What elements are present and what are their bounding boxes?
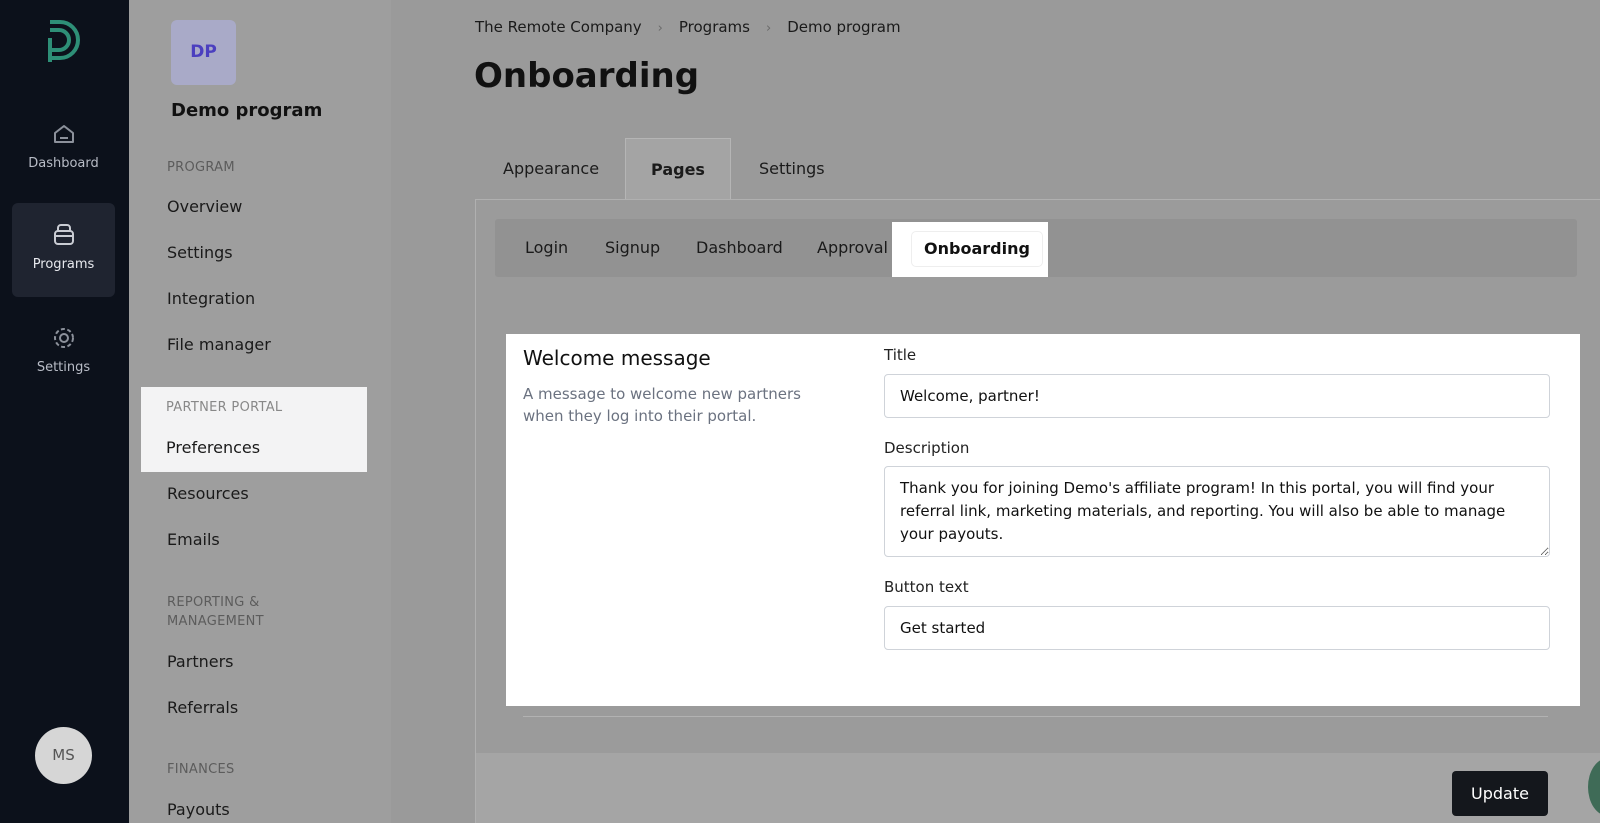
chevron-right-icon: › [657, 21, 663, 36]
sidebar-item-emails[interactable]: Emails [167, 530, 220, 549]
subtab-approval[interactable]: Approval [817, 219, 888, 277]
rail-item-programs[interactable]: Programs [12, 203, 115, 297]
rail-item-label: Dashboard [28, 156, 99, 171]
breadcrumb-item: Demo program [787, 18, 901, 36]
subtab-dashboard[interactable]: Dashboard [696, 219, 783, 277]
sidebar-item-overview[interactable]: Overview [167, 197, 242, 216]
section-heading-reporting: REPORTING & MANAGEMENT [167, 593, 264, 631]
section-heading-partner-portal: PARTNER PORTAL [166, 400, 283, 415]
update-button[interactable]: Update [1452, 771, 1548, 816]
breadcrumb-item[interactable]: Programs [679, 18, 750, 36]
title-input[interactable] [884, 374, 1550, 418]
program-name: Demo program [171, 100, 323, 121]
card-title: Welcome message [523, 346, 711, 370]
sidebar-item-partners[interactable]: Partners [167, 652, 233, 671]
program-sidebar: DP Demo program PROGRAM Overview Setting… [129, 0, 391, 823]
subtab-login[interactable]: Login [525, 219, 568, 277]
sidebar-item-referrals[interactable]: Referrals [167, 698, 238, 717]
button-text-field-label: Button text [884, 578, 969, 596]
program-avatar: DP [171, 20, 236, 85]
tab-pages[interactable]: Pages [625, 138, 731, 200]
breadcrumb-item[interactable]: The Remote Company [475, 18, 642, 36]
title-field-label: Title [884, 346, 917, 364]
subtab-signup[interactable]: Signup [605, 219, 660, 277]
section-heading-finances: FINANCES [167, 762, 235, 777]
section-heading-line: MANAGEMENT [167, 614, 264, 629]
sidebar-item-file-manager[interactable]: File manager [167, 335, 271, 354]
sidebar-item-resources[interactable]: Resources [167, 484, 249, 503]
subtab-onboarding-highlight: Onboarding [892, 222, 1048, 277]
programs-icon [53, 224, 74, 245]
user-avatar[interactable]: MS [35, 727, 92, 784]
chevron-right-icon: › [765, 21, 772, 36]
section-heading-program: PROGRAM [167, 160, 235, 175]
welcome-message-card: Welcome message A message to welcome new… [506, 334, 1580, 706]
app-logo-icon[interactable] [44, 18, 84, 66]
breadcrumb: The Remote Company › Programs › Demo program [475, 18, 901, 36]
sidebar-item-payouts[interactable]: Payouts [167, 800, 230, 819]
sidebar-highlight-partner-portal: PARTNER PORTAL Preferences [141, 387, 367, 472]
rail-item-label: Settings [36, 360, 91, 375]
description-field-label: Description [884, 439, 970, 457]
divider [523, 716, 1548, 717]
form-footer [476, 753, 1600, 823]
sidebar-item-preferences[interactable]: Preferences [166, 438, 260, 457]
page-title: Onboarding [474, 56, 700, 96]
home-icon [53, 125, 74, 143]
card-description: A message to welcome new partners when t… [523, 385, 801, 425]
sidebar-item-settings[interactable]: Settings [167, 243, 233, 262]
subtab-onboarding[interactable]: Onboarding [912, 232, 1042, 266]
sidebar-item-integration[interactable]: Integration [167, 289, 255, 308]
tab-settings[interactable]: Settings [759, 138, 825, 200]
rail-item-dashboard[interactable]: Dashboard [12, 102, 115, 196]
button-text-input[interactable] [884, 606, 1550, 650]
rail-item-settings[interactable]: Settings [12, 306, 115, 400]
app-rail: Dashboard Programs Settings MS [0, 0, 129, 823]
gear-icon [53, 328, 74, 348]
tab-appearance[interactable]: Appearance [503, 138, 599, 200]
rail-item-label: Programs [32, 257, 95, 272]
section-heading-line: REPORTING & [167, 595, 260, 610]
description-textarea[interactable]: Thank you for joining Demo's affiliate p… [884, 466, 1550, 557]
